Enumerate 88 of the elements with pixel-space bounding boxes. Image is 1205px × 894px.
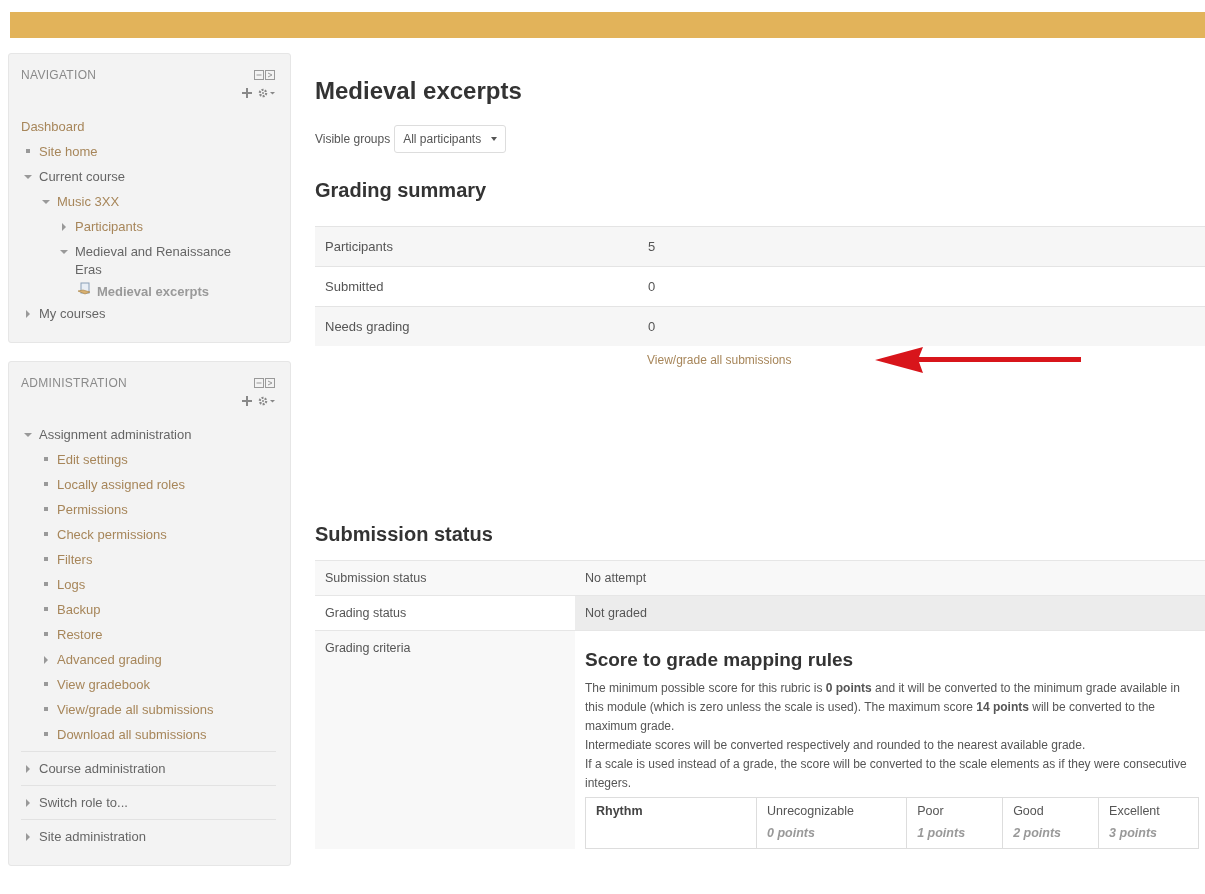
paragraph: If a scale is used instead of a grade, the score will be converted to the scale elements as if they were consecutive integers. — [585, 756, 1188, 792]
bullet-icon — [44, 707, 48, 711]
nav-link[interactable]: Logs — [57, 572, 86, 597]
nav-link[interactable]: Restore — [57, 622, 103, 647]
level-score: 3 points — [1109, 826, 1158, 840]
table-cell: No attempt — [575, 560, 1205, 596]
section-title: Submission status — [315, 523, 494, 546]
table-cell: 0 — [638, 306, 1205, 346]
level-cell[interactable]: Unrecognizable 0 points — [756, 797, 907, 849]
table-cell: Participants — [315, 226, 638, 267]
collapsed-icon[interactable] — [60, 223, 68, 231]
caret-icon — [491, 137, 498, 141]
nav-link[interactable]: Filters — [57, 547, 93, 572]
nav-link[interactable]: Advanced grading — [57, 647, 162, 672]
level-score: 1 points — [917, 826, 967, 840]
nav-label: Current course — [39, 168, 125, 186]
page-title: Medieval excerpts — [315, 77, 523, 105]
dock-icon[interactable] — [254, 377, 276, 389]
table-cell: Grading status — [315, 595, 575, 631]
group-dropdown[interactable]: All participants — [394, 125, 507, 153]
bullet-icon — [44, 607, 48, 611]
view-submissions-link[interactable]: View/grade all submissions — [647, 353, 792, 367]
expanded-icon[interactable] — [24, 173, 32, 181]
nav-link[interactable]: Site home — [39, 139, 98, 164]
level-cell[interactable]: Poor 1 points — [906, 797, 1003, 849]
collapsed-icon[interactable] — [24, 310, 32, 318]
bullet-icon — [44, 557, 48, 561]
add-icon[interactable] — [242, 88, 252, 98]
level-definition: Good — [1013, 804, 1044, 818]
nav-link[interactable]: Locally assigned roles — [57, 472, 185, 497]
expanded-icon[interactable] — [42, 198, 50, 206]
bullet-icon — [44, 582, 48, 586]
table-cell: Grading criteria — [315, 630, 575, 849]
nav-link[interactable]: Edit settings — [57, 447, 128, 472]
nav-link[interactable]: View gradebook — [57, 672, 150, 697]
settings-icon[interactable] — [258, 396, 276, 406]
level-score: 2 points — [1013, 826, 1063, 840]
nav-link[interactable]: Download all submissions — [57, 722, 207, 747]
bullet-icon — [44, 732, 48, 736]
nav-label: Assignment administration — [39, 426, 192, 444]
nav-label: Switch role to... — [39, 794, 128, 812]
nav-link[interactable]: View/grade all submissions — [57, 697, 214, 719]
table-cell: Not graded — [575, 595, 1205, 631]
table-cell: Needs grading — [315, 306, 638, 346]
collapsed-icon[interactable] — [42, 656, 50, 664]
level-definition: Unrecognizable — [767, 804, 854, 818]
level-cell[interactable]: Good 2 points — [1002, 797, 1099, 849]
collapsed-icon[interactable] — [24, 765, 32, 773]
table-cell: Submission status — [315, 560, 575, 596]
level-score: 0 points — [767, 826, 816, 840]
paragraph: The minimum possible score for this rubric is 0 points and it will be converted to the minimum grade available in this module (which is zero unless the scale is used). The maximum score 14 points will be converted to the maximum grade. — [585, 680, 1181, 735]
rubric-title: Score to grade mapping rules — [585, 649, 855, 671]
table-cell: 5 — [638, 226, 1205, 267]
collapsed-icon[interactable] — [24, 833, 32, 841]
level-cell[interactable]: Excellent 3 points — [1098, 797, 1199, 849]
collapsed-icon[interactable] — [24, 799, 32, 807]
paragraph: Intermediate scores will be converted respectively and rounded to the nearest available grade. — [585, 737, 1087, 754]
bullet-icon — [44, 482, 48, 486]
assignment-icon — [77, 282, 91, 296]
bullet-icon — [44, 532, 48, 536]
nav-label: My courses — [39, 305, 106, 323]
add-icon[interactable] — [242, 396, 252, 406]
filter-label: Visible groups — [315, 132, 391, 146]
expanded-icon[interactable] — [60, 248, 68, 256]
nav-label: Course administration — [39, 760, 166, 778]
block-title: ADMINISTRATION — [21, 376, 127, 390]
dock-icon[interactable] — [254, 69, 276, 81]
section-title: Grading summary — [315, 179, 488, 202]
nav-link[interactable]: Music 3XX — [57, 189, 120, 214]
block-title: NAVIGATION — [21, 68, 97, 82]
nav-link[interactable]: Participants — [75, 214, 143, 239]
nav-link[interactable]: Permissions — [57, 497, 128, 522]
bullet-icon — [44, 457, 48, 461]
level-definition: Excellent — [1109, 804, 1160, 818]
bullet-icon — [26, 149, 30, 153]
nav-link[interactable]: Backup — [57, 597, 101, 622]
nav-link[interactable]: Dashboard — [21, 114, 85, 139]
nav-label[interactable]: Medieval excerpts — [97, 279, 209, 301]
level-definition: Poor — [917, 804, 944, 818]
bullet-icon — [44, 682, 48, 686]
settings-icon[interactable] — [258, 88, 276, 98]
nav-label: Medieval and Renaissance Eras — [75, 243, 233, 279]
criterion-name: Rhythm — [585, 797, 757, 849]
nav-link[interactable]: Check permissions — [57, 522, 167, 547]
bullet-icon — [44, 507, 48, 511]
nav-label: Site administration — [39, 828, 146, 846]
bullet-icon — [44, 632, 48, 636]
expanded-icon[interactable] — [24, 431, 32, 439]
